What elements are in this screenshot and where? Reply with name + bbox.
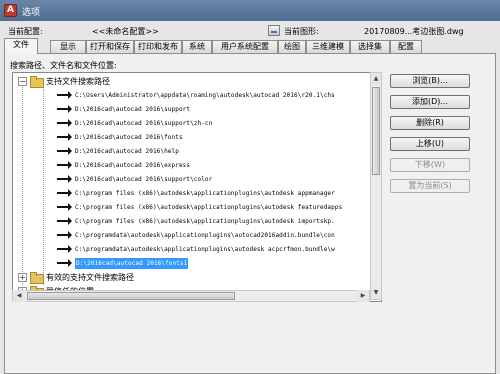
path-arrow-icon bbox=[57, 245, 72, 253]
autocad-app-icon: A bbox=[4, 4, 17, 17]
browse-button[interactable]: 浏览(B)... bbox=[390, 74, 470, 88]
path-text: D:\2016cad\autocad 2016\support\zh-cn bbox=[75, 120, 213, 127]
folder-icon bbox=[30, 272, 44, 284]
tree-vertical-scrollbar[interactable]: ▲ ▼ bbox=[370, 72, 382, 300]
tree-path-row[interactable]: C:\program files (x86)\autodesk\applicat… bbox=[13, 202, 381, 213]
tab-files[interactable]: 文件 bbox=[4, 38, 38, 54]
path-arrow-icon bbox=[57, 133, 72, 141]
path-arrow-icon bbox=[57, 119, 72, 127]
tree-node-valid-support-paths[interactable]: + 有效的支持文件搜索路径 bbox=[13, 272, 381, 284]
tab-selection[interactable]: 选择集 bbox=[350, 40, 390, 53]
path-arrow-icon bbox=[57, 147, 72, 155]
move-down-button[interactable]: 下移(W) bbox=[390, 158, 470, 172]
path-arrow-icon bbox=[57, 175, 72, 183]
tab-open-and-save[interactable]: 打开和保存 bbox=[86, 40, 134, 53]
search-path-tree[interactable]: − 支持文件搜索路径 C:\Users\Administrator\appdat… bbox=[12, 72, 382, 302]
tab-3d-modeling[interactable]: 三维建模 bbox=[306, 40, 350, 53]
current-drawing-label: 当前图形: bbox=[284, 27, 319, 36]
tree-horizontal-scrollbar[interactable]: ◀ ▶ bbox=[12, 290, 370, 302]
tree-path-row[interactable]: C:\program files (x86)\autodesk\applicat… bbox=[13, 188, 381, 199]
path-arrow-icon bbox=[57, 259, 72, 267]
drawing-file-icon bbox=[268, 25, 280, 36]
path-text: C:\programdata\autodesk\applicationplugi… bbox=[75, 246, 335, 253]
vertical-scroll-thumb[interactable] bbox=[372, 87, 380, 175]
path-text: C:\programdata\autodesk\applicationplugi… bbox=[75, 232, 335, 239]
tree-node-label: 有效的支持文件搜索路径 bbox=[46, 273, 134, 282]
tree-path-row[interactable]: C:\programdata\autodesk\applicationplugi… bbox=[13, 244, 381, 255]
expand-toggle-icon[interactable]: + bbox=[18, 273, 27, 282]
path-text: C:\program files (x86)\autodesk\applicat… bbox=[75, 190, 335, 197]
scroll-left-arrow-icon[interactable]: ◀ bbox=[13, 290, 25, 302]
path-arrow-icon bbox=[57, 231, 72, 239]
tree-path-row[interactable]: D:\2016cad\autocad 2016\support\color bbox=[13, 174, 381, 185]
tree-path-row[interactable]: D:\2016cad\autocad 2016\support\zh-cn bbox=[13, 118, 381, 129]
selected-path-text: D:\2016cad\autocad 2016\fonts1 bbox=[75, 258, 189, 269]
folder-icon bbox=[30, 76, 44, 88]
scroll-down-arrow-icon[interactable]: ▼ bbox=[371, 287, 381, 299]
tab-drafting[interactable]: 绘图 bbox=[278, 40, 306, 53]
remove-button[interactable]: 删除(R) bbox=[390, 116, 470, 130]
tree-path-row-selected[interactable]: D:\2016cad\autocad 2016\fonts1 bbox=[13, 258, 381, 269]
current-drawing-value: 20170809...考边张图.dwg bbox=[364, 27, 464, 36]
window-title: 选项 bbox=[22, 8, 41, 18]
search-paths-caption: 搜索路径、文件名和文件位置: bbox=[10, 61, 117, 70]
path-text: D:\2016cad\autocad 2016\support bbox=[75, 106, 191, 113]
path-arrow-icon bbox=[57, 189, 72, 197]
window-title-bar[interactable]: A 选项 bbox=[0, 0, 500, 21]
path-text: D:\2016cad\autocad 2016\express bbox=[75, 162, 191, 169]
add-button[interactable]: 添加(D)... bbox=[390, 95, 470, 109]
path-text: C:\program files (x86)\autodesk\applicat… bbox=[75, 218, 335, 225]
tree-path-row[interactable]: D:\2016cad\autocad 2016\fonts bbox=[13, 132, 381, 143]
move-up-button[interactable]: 上移(U) bbox=[390, 137, 470, 151]
tab-display[interactable]: 显示 bbox=[50, 40, 86, 53]
tab-profiles[interactable]: 配置 bbox=[390, 40, 422, 53]
path-text: D:\2016cad\autocad 2016\support\color bbox=[75, 176, 213, 183]
tab-system[interactable]: 系统 bbox=[182, 40, 212, 53]
scroll-up-arrow-icon[interactable]: ▲ bbox=[371, 73, 381, 85]
options-tab-strip: 文件 显示 打开和保存 打印和发布 系统 用户系统配置 绘图 三维建模 选择集 … bbox=[4, 38, 496, 54]
tab-user-preferences[interactable]: 用户系统配置 bbox=[212, 40, 278, 53]
current-config-label: 当前配置: bbox=[8, 27, 43, 36]
path-arrow-icon bbox=[57, 105, 72, 113]
path-text: D:\2016cad\autocad 2016\fonts bbox=[75, 134, 183, 141]
current-config-value: <<未命名配置>> bbox=[92, 27, 159, 36]
path-arrow-icon bbox=[57, 217, 72, 225]
path-text: C:\Users\Administrator\appdata\roaming\a… bbox=[75, 92, 335, 99]
tree-node-label: 支持文件搜索路径 bbox=[46, 77, 110, 86]
path-arrow-icon bbox=[57, 203, 72, 211]
path-text: C:\program files (x86)\autodesk\applicat… bbox=[75, 204, 343, 211]
path-arrow-icon bbox=[57, 161, 72, 169]
set-current-button[interactable]: 置为当前(S) bbox=[390, 179, 470, 193]
tree-path-row[interactable]: C:\program files (x86)\autodesk\applicat… bbox=[13, 216, 381, 227]
collapse-toggle-icon[interactable]: − bbox=[18, 77, 27, 86]
tree-path-row[interactable]: C:\programdata\autodesk\applicationplugi… bbox=[13, 230, 381, 241]
tree-path-row[interactable]: C:\Users\Administrator\appdata\roaming\a… bbox=[13, 90, 381, 101]
tree-path-row[interactable]: D:\2016cad\autocad 2016\express bbox=[13, 160, 381, 171]
tree-path-row[interactable]: D:\2016cad\autocad 2016\help bbox=[13, 146, 381, 157]
tree-node-support-paths[interactable]: − 支持文件搜索路径 bbox=[13, 76, 381, 88]
horizontal-scroll-thumb[interactable] bbox=[27, 292, 235, 300]
tab-plot-and-publish[interactable]: 打印和发布 bbox=[134, 40, 182, 53]
tree-path-row[interactable]: D:\2016cad\autocad 2016\support bbox=[13, 104, 381, 115]
path-arrow-icon bbox=[57, 91, 72, 99]
scroll-right-arrow-icon[interactable]: ▶ bbox=[357, 290, 369, 302]
path-text: D:\2016cad\autocad 2016\help bbox=[75, 148, 179, 155]
